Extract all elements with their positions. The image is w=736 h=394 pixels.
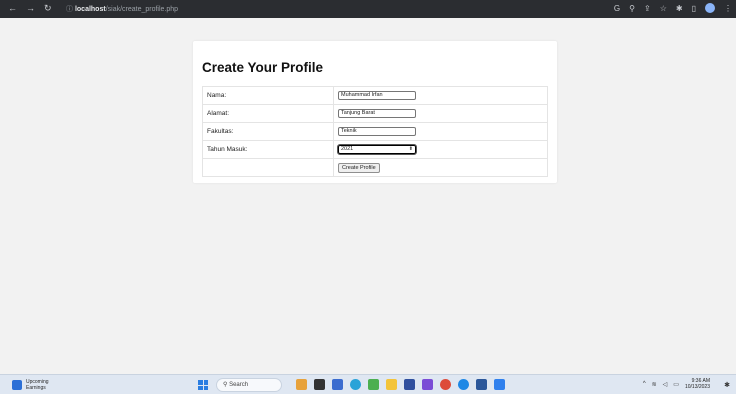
share-icon[interactable]: ⇪	[644, 4, 651, 13]
notification-bell-icon[interactable]: ✱	[724, 381, 730, 389]
wifi-icon[interactable]: ≋	[652, 381, 657, 388]
task-view-icon[interactable]	[314, 379, 325, 390]
alamat-input[interactable]: Tanjung Barat	[338, 109, 416, 118]
create-profile-button[interactable]: Create Profile	[338, 162, 380, 173]
chevron-up-icon[interactable]: ^	[643, 381, 646, 387]
tahun-masuk-value: 2021	[341, 146, 354, 152]
profile-card: Create Your Profile Nama: Muhammad Irfan…	[193, 41, 557, 183]
system-tray: ^ ≋ ◁ ▭ 9:36 AM 10/13/2023	[643, 378, 710, 390]
chrome-icon[interactable]	[440, 379, 451, 390]
app-icon[interactable]	[368, 379, 379, 390]
address-bar[interactable]: ⓘ localhost/siak/create_profile.php	[66, 4, 178, 14]
profile-form: Nama: Muhammad Irfan Alamat: Tanjung Bar…	[202, 86, 548, 177]
windows-taskbar: Upcoming Earnings ⚲ Search ^ ≋ ◁ ▭ 9:36 …	[0, 374, 736, 394]
widget-subtitle: Earnings	[26, 385, 46, 391]
label-tahun-masuk: Tahun Masuk:	[202, 140, 334, 159]
taskbar-search[interactable]: ⚲ Search	[216, 378, 282, 392]
form-row-nama: Nama: Muhammad Irfan	[202, 86, 548, 105]
windows-start-icon[interactable]	[198, 380, 208, 390]
cell-tahun-masuk: 2021 ⬍	[333, 140, 548, 159]
sidepanel-icon[interactable]: ▯	[692, 4, 696, 13]
clock-date: 10/13/2023	[684, 384, 710, 390]
zoom-icon[interactable]: ⚲	[629, 4, 635, 13]
menu-icon[interactable]: ⋮	[724, 4, 732, 13]
cell-alamat: Tanjung Barat	[333, 104, 548, 123]
forward-icon[interactable]: →	[26, 3, 35, 13]
fakultas-input[interactable]: Teknik	[338, 127, 416, 136]
store-icon[interactable]	[404, 379, 415, 390]
empty-cell	[202, 158, 334, 177]
form-row-tahun-masuk: Tahun Masuk: 2021 ⬍	[202, 140, 548, 159]
stock-chart-icon	[12, 380, 22, 390]
label-nama: Nama:	[202, 86, 334, 105]
extensions-icon[interactable]: ✱	[676, 4, 683, 13]
cell-fakultas: Teknik	[333, 122, 548, 141]
back-icon[interactable]: ←	[8, 3, 17, 13]
app-icon[interactable]	[458, 379, 469, 390]
search-label: Search	[229, 382, 249, 388]
tahun-masuk-input[interactable]: 2021 ⬍	[337, 144, 417, 155]
label-alamat: Alamat:	[202, 104, 334, 123]
url-host: localhost	[74, 6, 106, 13]
form-row-fakultas: Fakultas: Teknik	[202, 122, 548, 141]
nama-input[interactable]: Muhammad Irfan	[338, 91, 416, 100]
browser-toolbar: ← → ↻ ⓘ localhost/siak/create_profile.ph…	[0, 0, 736, 18]
form-row-alamat: Alamat: Tanjung Barat	[202, 104, 548, 123]
page-body: Create Your Profile Nama: Muhammad Irfan…	[0, 18, 736, 374]
profile-avatar[interactable]	[705, 3, 715, 13]
google-icon[interactable]: G	[614, 4, 620, 13]
word-icon[interactable]	[476, 379, 487, 390]
app-icon[interactable]	[422, 379, 433, 390]
cell-submit: Create Profile	[333, 158, 548, 177]
battery-icon[interactable]: ▭	[673, 381, 679, 388]
bookmark-star-icon[interactable]: ☆	[660, 4, 667, 13]
vscode-icon[interactable]	[494, 379, 505, 390]
number-stepper-icon[interactable]: ⬍	[409, 146, 413, 153]
cell-nama: Muhammad Irfan	[333, 86, 548, 105]
app-icon[interactable]	[332, 379, 343, 390]
site-info-icon[interactable]: ⓘ	[66, 6, 73, 13]
label-fakultas: Fakultas:	[202, 122, 334, 141]
clock[interactable]: 9:36 AM 10/13/2023	[685, 378, 710, 390]
news-widget[interactable]: Upcoming Earnings	[12, 379, 49, 391]
form-row-submit: Create Profile	[202, 158, 548, 177]
file-explorer-icon[interactable]	[386, 379, 397, 390]
volume-icon[interactable]: ◁	[663, 381, 668, 388]
browser-actions: G ⚲ ⇪ ☆ ✱ ▯ ⋮	[614, 3, 732, 13]
widgets-icon[interactable]	[296, 379, 307, 390]
url-path: /siak/create_profile.php	[105, 6, 179, 13]
reload-icon[interactable]: ↻	[44, 3, 52, 14]
edge-icon[interactable]	[350, 379, 361, 390]
page-title: Create Your Profile	[202, 60, 324, 75]
taskbar-apps	[296, 379, 505, 390]
